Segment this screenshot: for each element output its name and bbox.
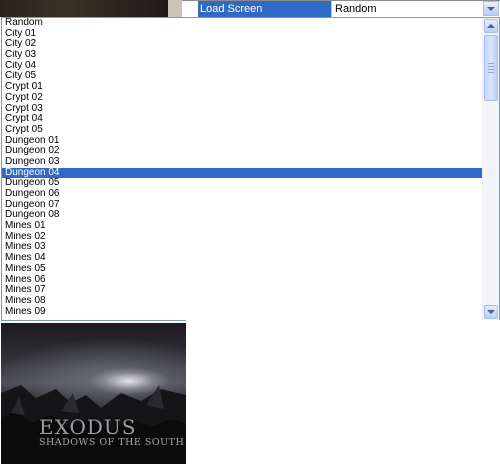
arrow-up-icon (487, 24, 495, 28)
list-item[interactable]: City 05 (2, 71, 483, 82)
list-item[interactable]: Mines 08 (2, 296, 483, 307)
list-item[interactable]: Crypt 04 (2, 114, 483, 125)
list-item[interactable]: Mines 06 (2, 275, 483, 286)
load-screen-preview-image: EXODUS SHADOWS OF THE SOUTH (1, 323, 186, 464)
list-item[interactable]: Mines 02 (2, 232, 483, 243)
list-item[interactable]: City 02 (2, 39, 483, 50)
list-item[interactable]: Mines 07 (2, 285, 483, 296)
scroll-thumb[interactable] (484, 35, 498, 101)
list-item[interactable]: Dungeon 01 (2, 136, 483, 147)
empty-panel (186, 320, 500, 464)
vertical-scrollbar[interactable] (482, 18, 499, 320)
scroll-up-button[interactable] (484, 19, 498, 33)
chevron-down-icon (487, 7, 495, 11)
list-item[interactable]: Dungeon 07 (2, 200, 483, 211)
list-item[interactable]: City 01 (2, 29, 483, 40)
list-item[interactable]: Random (2, 18, 483, 29)
property-label: Load Screen (198, 1, 345, 17)
background-image-strip (0, 0, 168, 17)
list-items: Random City 01 City 02 City 03 City 04 City 0… (2, 18, 483, 317)
list-item[interactable]: Crypt 02 (2, 93, 483, 104)
list-item[interactable]: Dungeon 03 (2, 157, 483, 168)
list-item[interactable]: Crypt 01 (2, 82, 483, 93)
arrow-down-icon (487, 310, 495, 314)
list-item[interactable]: Mines 01 (2, 221, 483, 232)
list-item[interactable]: Mines 05 (2, 264, 483, 275)
property-row-load-screen[interactable]: Load Screen Random (182, 0, 500, 17)
list-item[interactable]: Dungeon 02 (2, 146, 483, 157)
load-screen-dropdown-list[interactable]: Random City 01 City 02 City 03 City 04 City 0… (1, 17, 500, 321)
list-item[interactable]: Dungeon 05 (2, 178, 483, 189)
list-item[interactable]: City 04 (2, 61, 483, 72)
top-strip: Load Screen Random (0, 0, 500, 17)
list-item[interactable]: City 03 (2, 50, 483, 61)
list-item[interactable]: Dungeon 04 (2, 167, 483, 179)
dropdown-button[interactable] (483, 1, 499, 16)
property-value-combobox[interactable]: Random (331, 1, 482, 17)
preview-title: EXODUS (39, 415, 137, 439)
list-item[interactable]: Crypt 05 (2, 125, 483, 136)
list-item[interactable]: Mines 09 (2, 307, 483, 318)
list-item[interactable]: Mines 04 (2, 253, 483, 264)
preview-subtitle: SHADOWS OF THE SOUTH (39, 437, 185, 448)
list-item[interactable]: Dungeon 06 (2, 189, 483, 200)
scroll-down-button[interactable] (484, 305, 498, 319)
list-item[interactable]: Crypt 03 (2, 104, 483, 115)
list-item[interactable]: Dungeon 08 (2, 210, 483, 221)
list-item[interactable]: Mines 03 (2, 242, 483, 253)
splitter (168, 0, 182, 17)
